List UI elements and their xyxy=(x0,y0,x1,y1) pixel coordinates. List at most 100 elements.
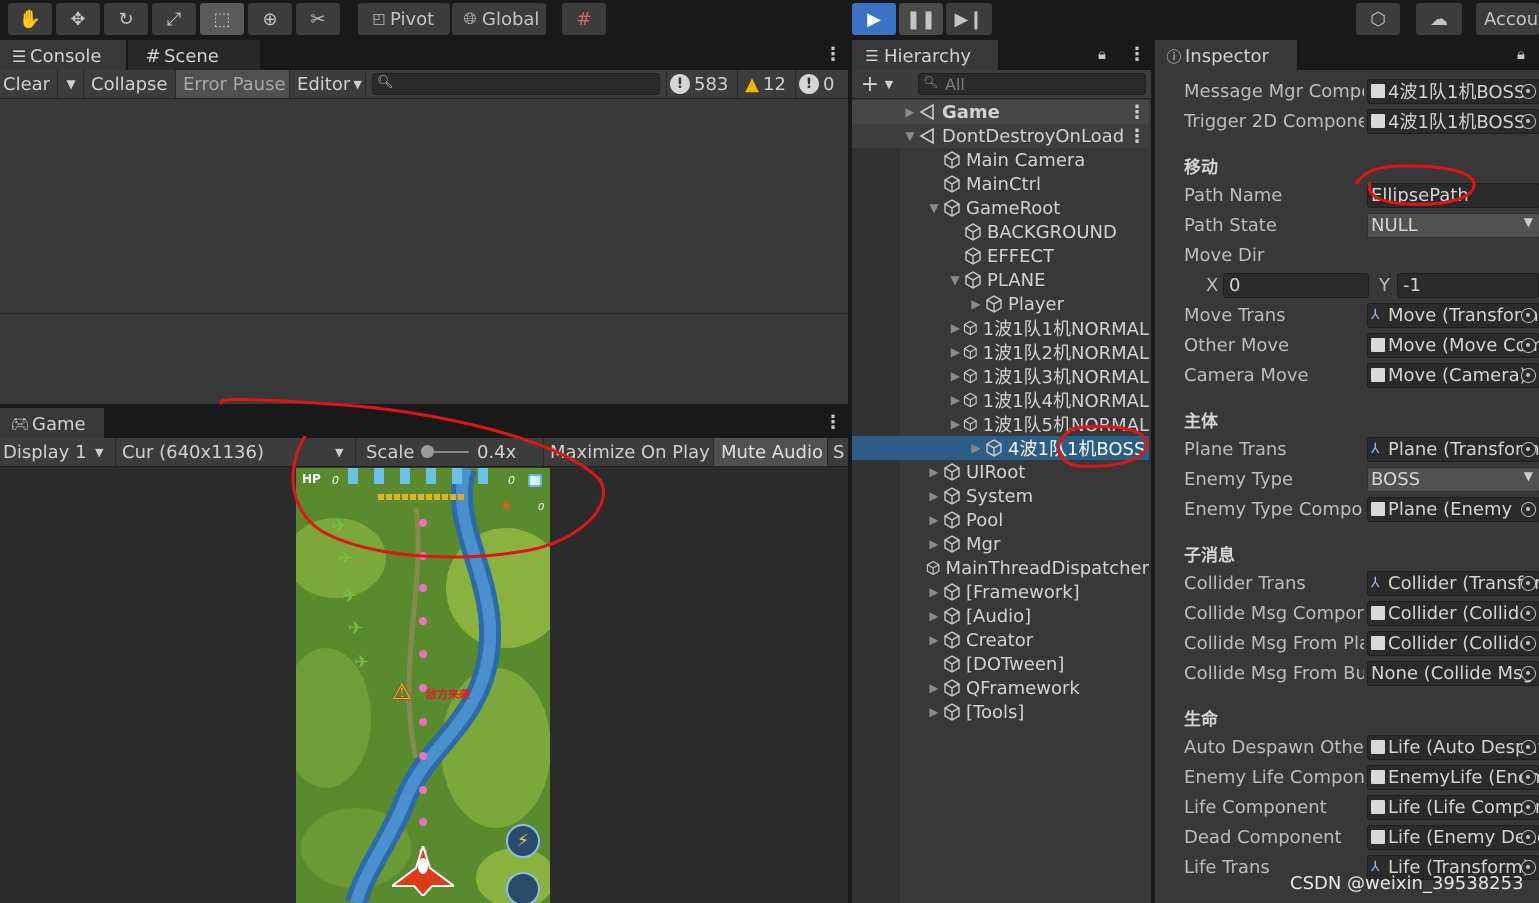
hierarchy-row[interactable]: [DOTween] xyxy=(852,652,1149,676)
hierarchy-row[interactable]: ▶ Mgr xyxy=(852,532,1149,556)
object-picker-icon[interactable] xyxy=(1521,605,1536,621)
object-picker-icon[interactable] xyxy=(1521,367,1536,383)
hierarchy-row[interactable]: MainCtrl xyxy=(852,172,1149,196)
hierarchy-row[interactable]: ▶ System xyxy=(852,484,1149,508)
object-field[interactable]: Life (Enemy Dead xyxy=(1367,824,1539,850)
hierarchy-row[interactable]: ▶ 1波1队2机NORMAL xyxy=(852,340,1149,364)
object-field[interactable]: Move (Camera) xyxy=(1367,362,1539,388)
hierarchy-row[interactable]: ▶ [Framework] xyxy=(852,580,1149,604)
object-picker-icon[interactable] xyxy=(1521,575,1536,591)
object-field[interactable]: Collider (Collide xyxy=(1367,600,1539,626)
stats-toggle[interactable]: S xyxy=(830,438,848,466)
grid-snap-button[interactable]: # xyxy=(562,3,606,35)
expand-right-icon[interactable]: ▶ xyxy=(926,537,942,551)
clear-button[interactable]: Clear xyxy=(0,70,58,98)
enum-dropdown[interactable]: NULL ▼ xyxy=(1367,212,1539,238)
object-picker-icon[interactable] xyxy=(1521,799,1536,815)
hierarchy-row[interactable]: ▶ 1波1队3机NORMAL xyxy=(852,364,1149,388)
object-picker-icon[interactable] xyxy=(1521,739,1536,755)
object-picker-icon[interactable] xyxy=(1521,441,1536,457)
object-picker-icon[interactable] xyxy=(1521,769,1536,785)
pivot-toggle[interactable]: ◰ Pivot xyxy=(358,3,450,35)
tab-hierarchy[interactable]: ☰ Hierarchy xyxy=(852,40,998,70)
hierarchy-row[interactable]: EFFECT xyxy=(852,244,1149,268)
object-field[interactable]: Move (Move Component) xyxy=(1367,332,1539,358)
expand-right-icon[interactable]: ▶ xyxy=(949,345,962,359)
object-field[interactable]: EnemyLife (Enemy xyxy=(1367,764,1539,790)
expand-right-icon[interactable]: ▶ xyxy=(949,393,962,407)
expand-right-icon[interactable]: ▶ xyxy=(902,105,918,119)
move-dir-y-input[interactable]: -1 xyxy=(1397,272,1539,298)
hierarchy-row[interactable]: ▼ PLANE xyxy=(852,268,1149,292)
step-button[interactable]: ▶❙ xyxy=(946,3,992,35)
hierarchy-row[interactable]: Main Camera xyxy=(852,148,1149,172)
hierarchy-row[interactable]: ▶ 1波1队1机NORMAL xyxy=(852,316,1149,340)
object-field[interactable]: Plane (Enemy xyxy=(1367,496,1539,522)
hierarchy-search-input[interactable]: 🔍︎ All xyxy=(918,73,1146,95)
object-field[interactable]: Collider (Collide xyxy=(1367,630,1539,656)
editor-dropdown[interactable]: Editor ▼ xyxy=(290,70,366,98)
object-field[interactable]: None (Collide Msg xyxy=(1367,660,1539,686)
clear-options-dropdown[interactable]: ▼ xyxy=(58,70,84,98)
cloud-button[interactable]: ☁ xyxy=(1416,3,1462,35)
object-picker-icon[interactable] xyxy=(1521,665,1536,681)
hierarchy-row[interactable]: ▶ Player xyxy=(852,292,1149,316)
tab-game[interactable]: 🎮︎ Game xyxy=(0,408,104,438)
scale-slider[interactable]: Scale 0.4x xyxy=(356,438,544,466)
hierarchy-row[interactable]: ▼ DontDestroyOnLoad ⋮ xyxy=(852,124,1149,148)
hierarchy-row[interactable]: ▶ [Audio] xyxy=(852,604,1149,628)
expand-right-icon[interactable]: ▶ xyxy=(968,297,984,311)
hierarchy-row[interactable]: ▶ 1波1队5机NORMAL xyxy=(852,412,1149,436)
expand-down-icon[interactable]: ▼ xyxy=(947,273,963,287)
object-field[interactable]: Life (Life Component) xyxy=(1367,794,1539,820)
scale-tool-button[interactable]: ⤢ xyxy=(152,3,196,35)
expand-right-icon[interactable]: ▶ xyxy=(926,609,942,623)
collapse-button[interactable]: Collapse xyxy=(84,70,176,98)
move-tool-button[interactable]: ✥ xyxy=(56,3,100,35)
expand-right-icon[interactable]: ▶ xyxy=(968,441,984,455)
collab-button[interactable]: ⬡ xyxy=(1356,3,1400,35)
object-field[interactable]: ⅄ Plane (Transform) xyxy=(1367,436,1539,462)
console-search-input[interactable]: 🔍︎ xyxy=(372,73,660,95)
scene-menu-icon[interactable]: ⋮ xyxy=(1128,101,1146,123)
text-input[interactable]: EllipsePath xyxy=(1367,182,1539,208)
expand-right-icon[interactable]: ▶ xyxy=(926,465,942,479)
rotate-tool-button[interactable]: ↻ xyxy=(104,3,148,35)
object-picker-icon[interactable] xyxy=(1521,337,1536,353)
hierarchy-row[interactable]: ▶ 4波1队1机BOSS xyxy=(852,436,1149,460)
hierarchy-row[interactable]: ▶ 1波1队4机NORMAL xyxy=(852,388,1149,412)
scale-slider-track[interactable] xyxy=(421,445,469,458)
log-count-toggle[interactable]: ! 583 xyxy=(666,70,738,98)
lock-icon[interactable]: 🔒︎ xyxy=(1517,45,1525,63)
game-viewport[interactable]: HP 0 0 0 ★ ✈ ✈ ✈ ✈ ✈ ⚠ 敌方来袭 ⚡ xyxy=(296,468,550,903)
object-picker-icon[interactable] xyxy=(1521,829,1536,845)
scene-menu-icon[interactable]: ⋮ xyxy=(1128,125,1146,147)
tab-scene[interactable]: # Scene xyxy=(128,40,260,70)
hierarchy-row[interactable]: ▶ QFramework xyxy=(852,676,1149,700)
object-field[interactable]: 4波1队1机BOSS xyxy=(1367,108,1539,134)
expand-right-icon[interactable]: ▶ xyxy=(949,369,962,383)
error-pause-button[interactable]: Error Pause xyxy=(176,70,290,98)
expand-right-icon[interactable]: ▶ xyxy=(926,585,942,599)
account-button[interactable]: Accou xyxy=(1476,3,1539,35)
hierarchy-menu-icon[interactable]: ⋮ xyxy=(1128,44,1146,65)
shield-skill-button[interactable] xyxy=(506,872,540,903)
hierarchy-row[interactable]: MainThreadDispatcher xyxy=(852,556,1149,580)
hierarchy-row[interactable]: ▶ Creator xyxy=(852,628,1149,652)
expand-down-icon[interactable]: ▼ xyxy=(902,129,918,143)
game-menu-icon[interactable]: ⋮ xyxy=(824,412,842,433)
tab-console[interactable]: ☰ Console xyxy=(0,40,126,70)
mute-audio-toggle[interactable]: Mute Audio xyxy=(714,438,828,466)
transform-tool-button[interactable]: ⊕ xyxy=(248,3,292,35)
object-field[interactable]: ⅄ Move (Transform) xyxy=(1367,302,1539,328)
maximize-on-play-toggle[interactable]: Maximize On Play xyxy=(544,438,714,466)
hierarchy-row[interactable]: ▼ GameRoot xyxy=(852,196,1149,220)
error-count-toggle[interactable]: ! 0 xyxy=(796,70,848,98)
play-button[interactable]: ▶ xyxy=(852,3,896,35)
object-field[interactable]: 4波1队1机BOSS xyxy=(1367,78,1539,104)
expand-right-icon[interactable]: ▶ xyxy=(926,705,942,719)
expand-right-icon[interactable]: ▶ xyxy=(926,489,942,503)
horizontal-splitter[interactable] xyxy=(0,404,848,408)
hierarchy-row[interactable]: BACKGROUND xyxy=(852,220,1149,244)
expand-right-icon[interactable]: ▶ xyxy=(926,681,942,695)
